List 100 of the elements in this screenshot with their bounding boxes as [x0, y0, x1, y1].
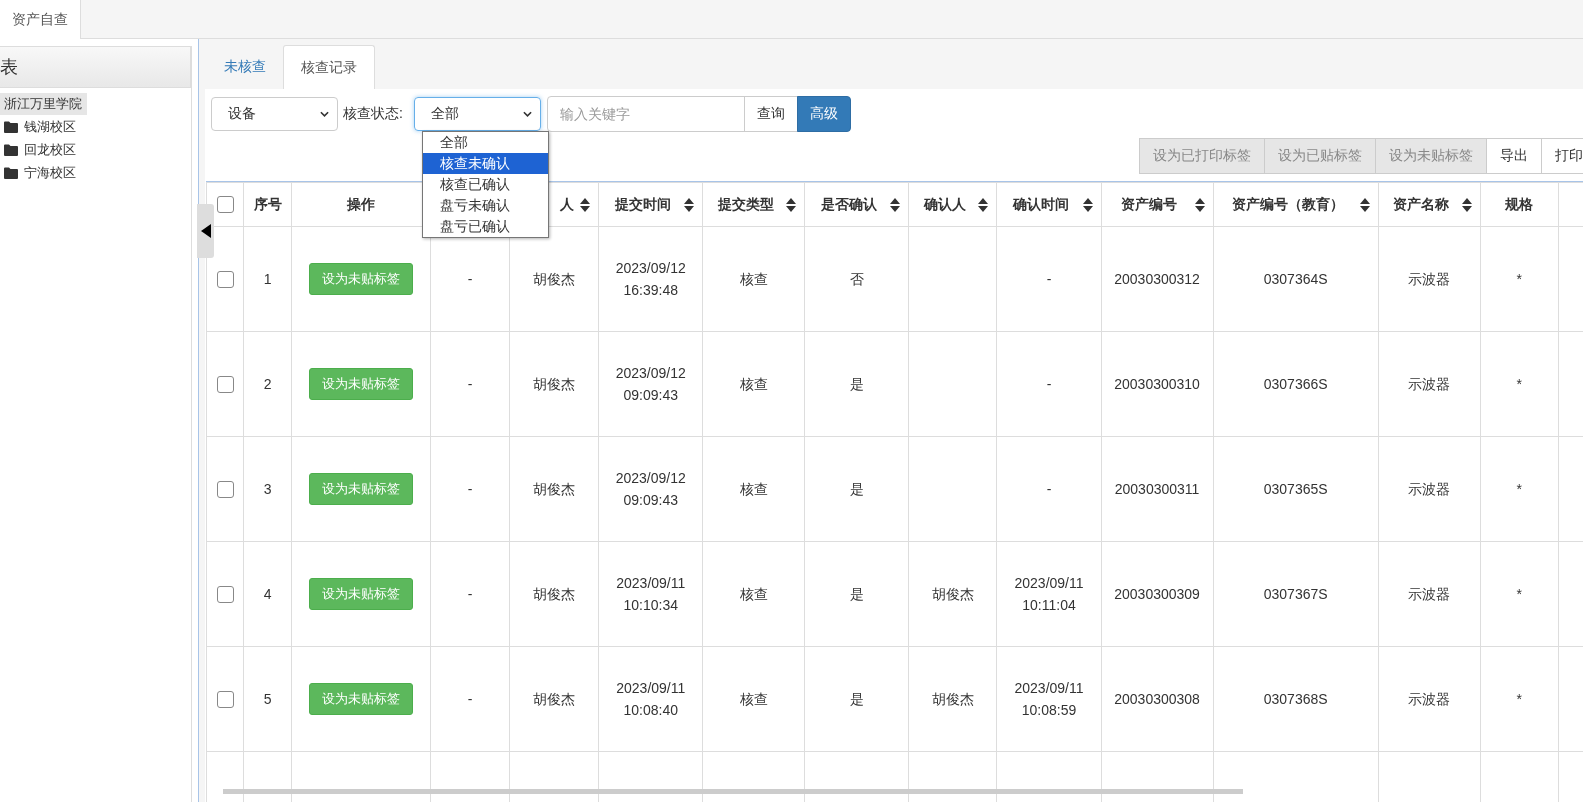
status-select[interactable]: 全部 — [413, 97, 541, 131]
select-all-checkbox[interactable] — [216, 196, 234, 214]
table-cell: 是 — [849, 481, 864, 497]
table-cell: 核查 — [739, 376, 768, 392]
table-cell: 4 — [263, 586, 272, 602]
tree-item[interactable]: 回龙校区 — [24, 140, 76, 159]
table-cell: 胡俊杰 — [533, 691, 576, 707]
table-cell: 20030300312 — [1114, 271, 1200, 287]
header-cell[interactable]: 是否确认 — [804, 182, 909, 227]
sort-icon[interactable] — [978, 197, 989, 212]
header-cell[interactable]: 资产编号 — [1101, 182, 1214, 227]
table-cell: - — [1046, 481, 1052, 497]
table-cell: - — [467, 376, 473, 392]
chevron-down-icon — [522, 111, 532, 117]
column-header: 确认时间 — [1011, 195, 1070, 214]
dropdown-option[interactable]: 核查未确认 — [423, 153, 548, 174]
column-header: 是否确认 — [819, 195, 878, 214]
status-label: 核查状态: — [343, 105, 403, 123]
table-cell: 2023/09/11 10:08:59 — [1014, 680, 1084, 718]
table-cell: 核查 — [739, 691, 768, 707]
header-cell[interactable]: 资产编号（教育） — [1213, 182, 1379, 227]
sort-icon[interactable] — [684, 197, 695, 212]
table-cell: * — [1516, 376, 1523, 392]
header-cell[interactable]: 规格 — [1480, 182, 1559, 227]
app-tab[interactable]: 资产自查 — [0, 0, 81, 39]
column-header: 资产编号（教育） — [1230, 195, 1345, 214]
column-header: 规格 — [1504, 195, 1535, 214]
table-cell: 核查 — [739, 586, 768, 602]
table-cell: 0307365S — [1263, 481, 1328, 497]
table-cell: 示波器 — [1408, 691, 1451, 707]
table-cell: 胡俊杰 — [533, 271, 576, 287]
dropdown-option[interactable]: 全部 — [423, 132, 548, 153]
folder-icon — [4, 120, 18, 133]
sort-icon[interactable] — [1082, 197, 1093, 212]
row-checkbox[interactable] — [216, 270, 234, 288]
table-cell: * — [1516, 271, 1523, 287]
header-cell[interactable]: 序号 — [243, 182, 292, 227]
sort-icon[interactable] — [1359, 197, 1370, 212]
table-cell: 是 — [849, 691, 864, 707]
table-cell: 3 — [263, 481, 272, 497]
table-cell: 20030300311 — [1114, 481, 1200, 497]
sidebar-title: 表 — [0, 46, 191, 88]
sort-icon[interactable] — [786, 197, 797, 212]
table-cell: 胡俊杰 — [533, 586, 576, 602]
table-cell: 2 — [263, 376, 272, 392]
advanced-button[interactable]: 高级 — [796, 96, 851, 132]
table-cell: - — [467, 481, 473, 497]
sort-icon[interactable] — [890, 197, 901, 212]
horizontal-scrollbar[interactable] — [223, 789, 1243, 794]
table-cell: 示波器 — [1408, 271, 1451, 287]
column-header: 序号 — [252, 195, 283, 214]
column-header: 人 — [559, 195, 575, 214]
tree-item[interactable]: 浙江万里学院 — [0, 93, 87, 115]
header-cell[interactable]: 提交时间 — [598, 182, 703, 227]
table-cell: 0307364S — [1263, 271, 1328, 287]
tree-item[interactable]: 钱湖校区 — [24, 117, 76, 136]
header-cell[interactable]: 提交类型 — [702, 182, 805, 227]
column-header: 提交时间 — [613, 195, 672, 214]
collapse-toggle[interactable] — [197, 204, 214, 258]
table-cell: 示波器 — [1408, 376, 1451, 392]
sort-icon[interactable] — [1461, 197, 1472, 212]
table-cell: 20030300310 — [1114, 376, 1200, 392]
tab[interactable]: 未核查 — [207, 45, 283, 89]
table-cell: 0307368S — [1263, 691, 1328, 707]
action-button[interactable]: 导出 — [1486, 138, 1542, 174]
table-cell: 核查 — [739, 271, 768, 287]
table-cell: - — [467, 271, 473, 287]
table-cell: 0307367S — [1263, 586, 1328, 602]
header-cell[interactable]: 确认时间 — [996, 182, 1102, 227]
table-cell: 是 — [849, 376, 864, 392]
column-header: 提交类型 — [716, 195, 775, 214]
tree-item[interactable]: 宁海校区 — [24, 163, 76, 182]
category-select[interactable]: 设备 — [211, 97, 338, 131]
table-cell: * — [1516, 586, 1523, 602]
table-cell: 20030300309 — [1114, 586, 1200, 602]
table-cell: 是 — [849, 586, 864, 602]
table-cell: - — [467, 691, 473, 707]
tab[interactable]: 核查记录 — [283, 45, 375, 89]
row-checkbox[interactable] — [216, 585, 234, 603]
sort-icon[interactable] — [1194, 197, 1205, 212]
row-checkbox[interactable] — [216, 480, 234, 498]
search-button[interactable]: 查询 — [743, 96, 798, 132]
header-cell[interactable]: 确认人 — [908, 182, 997, 227]
sort-icon[interactable] — [580, 197, 591, 212]
action-button[interactable]: 打印 — [1541, 138, 1583, 174]
column-header: 资产名称 — [1392, 195, 1451, 214]
left-triangle-icon — [200, 224, 211, 238]
header-cell[interactable]: 资产名称 — [1378, 182, 1481, 227]
folder-icon — [4, 166, 18, 179]
row-checkbox[interactable] — [216, 375, 234, 393]
keyword-field[interactable]: 输入关键字 — [546, 96, 745, 132]
table-cell: 胡俊杰 — [533, 481, 576, 497]
table-cell: 2023/09/11 10:11:04 — [1014, 575, 1084, 613]
table-cell: 2023/09/12 09:09:43 — [615, 470, 686, 508]
table-cell: 胡俊杰 — [931, 586, 974, 602]
chevron-down-icon — [320, 111, 329, 117]
row-checkbox[interactable] — [216, 690, 234, 708]
table-cell: 2023/09/12 16:39:48 — [615, 260, 686, 298]
table-cell: * — [1516, 481, 1523, 497]
table-cell: - — [467, 586, 473, 602]
